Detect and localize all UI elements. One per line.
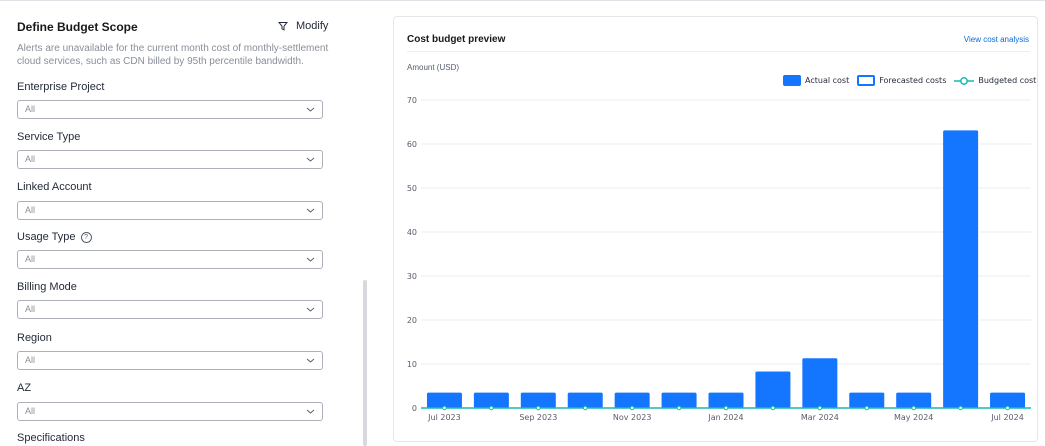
budgeted-cost-marker [817, 405, 823, 411]
x-tick-label: Nov 2023 [613, 413, 652, 422]
field-label-usage-type: Usage Type ? [17, 231, 92, 243]
usage-type-select[interactable]: All [17, 250, 323, 269]
scope-description: Alerts are unavailable for the current m… [17, 43, 329, 67]
y-tick-label: 60 [407, 140, 417, 149]
select-value: All [25, 154, 36, 164]
y-tick-label: 10 [407, 360, 417, 369]
field-label-service-type: Service Type [17, 131, 81, 143]
bar-actual-cost [520, 392, 556, 408]
budgeted-cost-marker [723, 405, 729, 411]
legend-label: Actual cost [805, 76, 850, 85]
modify-button[interactable]: Modify [278, 20, 328, 32]
y-tick-label: 0 [412, 404, 417, 413]
select-value: All [25, 254, 36, 264]
x-tick-label: May 2024 [894, 413, 933, 422]
legend-label: Forecasted costs [879, 76, 947, 85]
cost-bar-chart: 0 10 20 30 40 50 60 70 Jul 2023 Sep 2023 Nov 2023 J… [407, 96, 1031, 422]
field-label-region: Region [17, 332, 52, 344]
budgeted-cost-marker [958, 405, 963, 411]
y-tick-label: 40 [407, 228, 417, 237]
x-tick-label: Jul 2024 [990, 413, 1024, 422]
chevron-down-icon [306, 257, 315, 262]
y-axis-label: Amount (USD) [407, 63, 460, 72]
legend-budgeted-cost[interactable]: Budgeted cost [954, 76, 1036, 86]
filter-icon [278, 22, 288, 31]
bar-actual-cost [755, 371, 791, 408]
select-value: All [25, 355, 36, 365]
budgeted-cost-marker [911, 405, 916, 411]
y-tick-label: 30 [407, 272, 417, 281]
view-cost-analysis-link[interactable]: View cost analysis [964, 35, 1029, 44]
field-label-billing-mode: Billing Mode [17, 281, 77, 293]
scope-title: Define Budget Scope [17, 20, 138, 34]
enterprise-project-select[interactable]: All [17, 100, 323, 119]
chevron-down-icon [306, 107, 315, 112]
chevron-down-icon [306, 307, 315, 312]
chevron-down-icon [306, 409, 315, 414]
service-type-select[interactable]: All [17, 150, 323, 169]
budgeted-cost-marker [582, 405, 588, 411]
bar-actual-cost [567, 392, 603, 408]
budgeted-cost-marker [676, 405, 682, 411]
bar-actual-cost [990, 392, 1026, 408]
select-value: All [25, 205, 36, 215]
x-tick-label: Jan 2024 [707, 413, 743, 422]
legend-label: Budgeted cost [978, 76, 1037, 85]
bar-actual-cost [661, 392, 697, 408]
budgeted-cost-marker [1005, 405, 1010, 411]
budgeted-cost-marker [442, 405, 447, 411]
y-tick-label: 50 [407, 184, 417, 193]
chevron-down-icon [306, 358, 315, 363]
y-tick-label: 20 [407, 316, 417, 325]
region-select[interactable]: All [17, 351, 323, 370]
budgeted-cost-swatch [954, 76, 975, 85]
bar-actual-cost [849, 392, 885, 408]
billing-mode-select[interactable]: All [17, 300, 323, 319]
budgeted-cost-marker [770, 405, 776, 411]
bar-actual-cost [473, 392, 509, 408]
budgeted-cost-marker [864, 405, 870, 411]
bar-actual-cost [943, 130, 979, 409]
budget-scope-panel: Define Budget Scope Modify Alerts are un… [0, 0, 372, 446]
budgeted-cost-marker [536, 405, 541, 411]
az-select[interactable]: All [17, 402, 323, 421]
help-icon[interactable]: ? [80, 231, 92, 243]
select-value: All [25, 406, 36, 416]
select-value: All [25, 104, 36, 114]
bar-actual-cost [614, 392, 650, 408]
x-tick-label: Jul 2023 [427, 413, 461, 422]
modify-label: Modify [296, 20, 329, 32]
field-label-az: AZ [17, 382, 32, 394]
budgeted-cost-marker [629, 405, 635, 411]
x-tick-label: Mar 2024 [801, 413, 839, 422]
divider [407, 51, 1030, 52]
chevron-down-icon [306, 157, 315, 162]
bar-actual-cost [896, 392, 932, 408]
field-label-linked-account: Linked Account [17, 181, 92, 193]
linked-account-select[interactable]: All [17, 201, 323, 220]
chevron-down-icon [306, 208, 315, 213]
preview-title: Cost budget preview [407, 34, 506, 45]
budgeted-cost-marker [489, 405, 494, 411]
field-label-specifications: Specifications [17, 432, 85, 444]
bar-actual-cost [708, 392, 744, 408]
scrollbar-thumb[interactable] [363, 280, 367, 446]
field-label-enterprise-project: Enterprise Project [17, 81, 105, 93]
bar-actual-cost [802, 358, 838, 408]
y-tick-label: 70 [407, 96, 417, 105]
bar-actual-cost [426, 392, 462, 408]
x-tick-label: Sep 2023 [519, 413, 557, 422]
select-value: All [25, 304, 36, 314]
